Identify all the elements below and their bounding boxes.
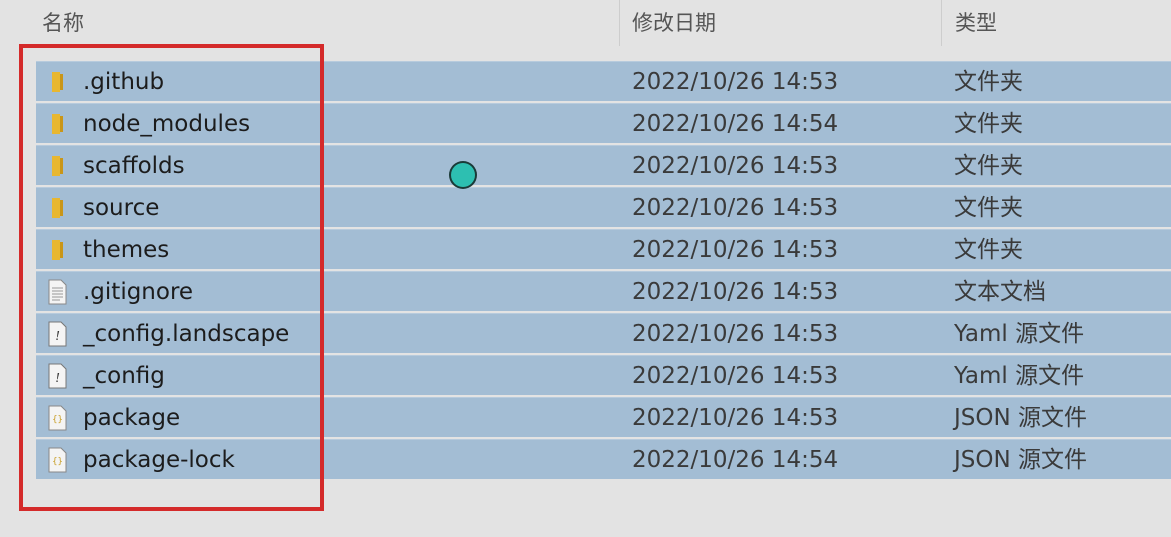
file-type: Yaml 源文件: [954, 321, 1085, 347]
file-modified-date: 2022/10/26 14:53: [632, 237, 839, 263]
file-type: JSON 源文件: [954, 405, 1088, 431]
file-modified-date: 2022/10/26 14:53: [632, 363, 839, 389]
file-modified-date: 2022/10/26 14:53: [632, 405, 839, 431]
column-header-name[interactable]: 名称: [42, 0, 84, 46]
file-type: 文件夹: [954, 69, 1023, 95]
column-header-bar: 名称 ^ 修改日期 类型: [0, 0, 1171, 46]
column-divider[interactable]: [941, 0, 942, 46]
sort-indicator-icon: ^: [316, 0, 328, 10]
column-header-type[interactable]: 类型: [955, 0, 997, 46]
file-type: 文件夹: [954, 111, 1023, 137]
file-modified-date: 2022/10/26 14:53: [632, 321, 839, 347]
file-modified-date: 2022/10/26 14:53: [632, 279, 839, 305]
file-type: JSON 源文件: [954, 447, 1088, 473]
file-modified-date: 2022/10/26 14:54: [632, 447, 839, 473]
annotation-highlight-box: [19, 44, 324, 511]
file-type: 文件夹: [954, 195, 1023, 221]
cursor-indicator: [451, 163, 475, 187]
file-type: Yaml 源文件: [954, 363, 1085, 389]
file-modified-date: 2022/10/26 14:53: [632, 153, 839, 179]
file-type: 文件夹: [954, 237, 1023, 263]
column-header-date[interactable]: 修改日期: [632, 0, 716, 46]
file-type: 文本文档: [954, 279, 1046, 305]
file-modified-date: 2022/10/26 14:54: [632, 111, 839, 137]
file-explorer-list: 名称 ^ 修改日期 类型 .github 2022/10/26 14:53 文件夹 n…: [0, 0, 1171, 537]
file-type: 文件夹: [954, 153, 1023, 179]
file-modified-date: 2022/10/26 14:53: [632, 69, 839, 95]
column-divider[interactable]: [619, 0, 620, 46]
file-modified-date: 2022/10/26 14:53: [632, 195, 839, 221]
